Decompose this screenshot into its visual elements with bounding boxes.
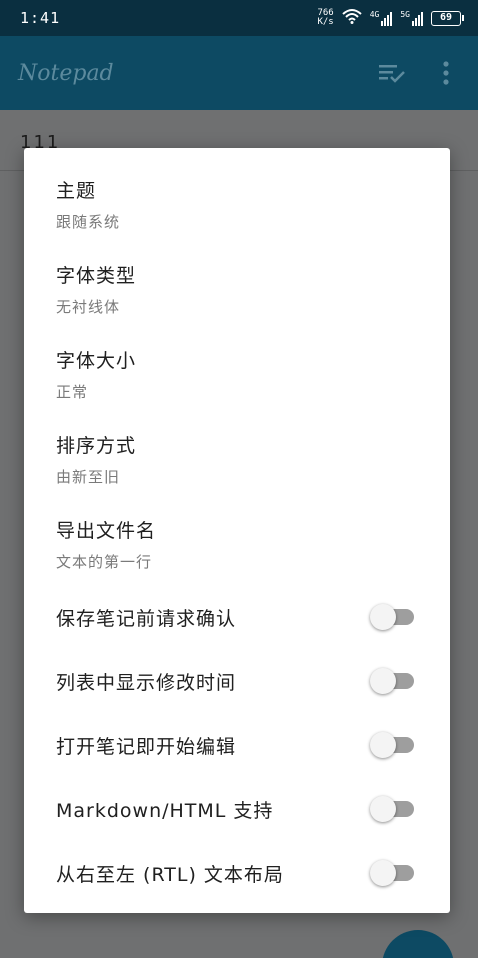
toggle-label: 保存笔记前请求确认 — [56, 607, 237, 630]
battery-icon: 69 — [431, 10, 464, 26]
pref-font-size[interactable]: 字体大小 正常 — [56, 346, 418, 402]
toggle-label: 打开笔记即开始编辑 — [56, 735, 237, 758]
signal-5g-icon: 5G — [400, 10, 423, 26]
settings-dialog: 主题 跟随系统 字体类型 无衬线体 字体大小 正常 排序方式 由新至旧 导出文件… — [24, 148, 450, 913]
switch-toggle[interactable] — [370, 668, 416, 694]
network-speed-unit: K/s — [317, 17, 334, 27]
switch-toggle[interactable] — [370, 860, 416, 886]
signal-4g-icon: 4G — [370, 10, 393, 26]
status-icons: 766 K/s 4G 5G 69 — [317, 8, 464, 28]
pref-summary: 跟随系统 — [56, 213, 121, 231]
screen: 1:41 766 K/s 4G 5G 69 Notepad 111 主题 跟随系… — [0, 0, 478, 958]
app-bar: Notepad — [0, 36, 478, 110]
signal-5g-label: 5G — [400, 10, 410, 19]
pref-summary: 文本的第一行 — [56, 553, 153, 571]
switch-toggle[interactable] — [370, 796, 416, 822]
pref-summary: 无衬线体 — [56, 298, 121, 316]
app-title: Notepad — [18, 60, 114, 86]
pref-font-type[interactable]: 字体类型 无衬线体 — [56, 261, 418, 317]
pref-theme[interactable]: 主题 跟随系统 — [56, 176, 418, 232]
toggle-edit-on-open[interactable]: 打开笔记即开始编辑 — [56, 725, 418, 765]
pref-export-filename[interactable]: 导出文件名 文本的第一行 — [56, 516, 418, 572]
more-vert-icon[interactable] — [432, 59, 460, 87]
sort-check-icon[interactable] — [378, 59, 406, 87]
signal-4g-label: 4G — [369, 10, 380, 19]
toggle-markdown-html[interactable]: Markdown/HTML 支持 — [56, 789, 418, 829]
status-time: 1:41 — [20, 9, 61, 27]
pref-title: 排序方式 — [56, 435, 137, 457]
pref-summary: 正常 — [56, 383, 89, 401]
pref-sort-order[interactable]: 排序方式 由新至旧 — [56, 431, 418, 487]
switch-thumb — [370, 732, 396, 758]
pref-summary: 由新至旧 — [56, 468, 121, 486]
pref-title: 导出文件名 — [56, 520, 157, 542]
switch-thumb — [370, 860, 396, 886]
battery-level: 69 — [431, 10, 461, 26]
toggle-rtl-layout[interactable]: 从右至左 (RTL) 文本布局 — [56, 853, 418, 893]
toggle-label: 从右至左 (RTL) 文本布局 — [56, 863, 284, 886]
switch-toggle[interactable] — [370, 604, 416, 630]
toggle-confirm-save[interactable]: 保存笔记前请求确认 — [56, 597, 418, 637]
switch-thumb — [370, 604, 396, 630]
wifi-icon — [342, 8, 362, 28]
pref-title: 字体大小 — [56, 350, 137, 372]
toggle-label: 列表中显示修改时间 — [56, 671, 237, 694]
switch-toggle[interactable] — [370, 732, 416, 758]
pref-title: 主题 — [56, 180, 97, 202]
switch-thumb — [370, 668, 396, 694]
status-bar: 1:41 766 K/s 4G 5G 69 — [0, 0, 478, 36]
pref-title: 字体类型 — [56, 265, 137, 287]
toggle-show-modified-time[interactable]: 列表中显示修改时间 — [56, 661, 418, 701]
toggle-label: Markdown/HTML 支持 — [56, 799, 274, 822]
switch-thumb — [370, 796, 396, 822]
network-speed: 766 K/s — [317, 9, 333, 27]
